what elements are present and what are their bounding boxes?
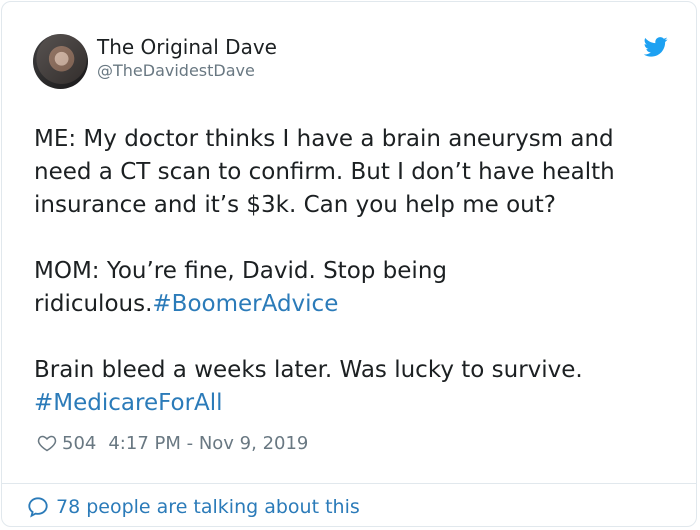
talking-link[interactable]: 78 people are talking about this [27, 494, 360, 520]
twitter-bird-icon[interactable] [644, 36, 668, 58]
author-handle[interactable]: @TheDavidestDave [97, 61, 255, 80]
tweet-paragraph: ME: My doctor thinks I have a brain aneu… [34, 123, 664, 222]
tweet-card: The Original Dave @TheDavidestDave ME: M… [1, 1, 697, 527]
avatar[interactable] [33, 34, 88, 89]
divider [2, 483, 696, 484]
tweet-paragraph: MOM: You’re fine, David. Stop being ridi… [34, 255, 664, 321]
author-name[interactable]: The Original Dave [97, 35, 277, 59]
speech-bubble-icon [28, 497, 48, 518]
timestamp-link[interactable]: 4:17 PM - Nov 9, 2019 [108, 433, 308, 454]
like-count[interactable]: 504 [62, 433, 96, 454]
tweet-meta: 504 4:17 PM - Nov 9, 2019 [37, 431, 308, 455]
paragraph-text: Brain bleed a weeks later. Was lucky to … [34, 357, 583, 383]
tweet-paragraph: Brain bleed a weeks later. Was lucky to … [34, 354, 664, 420]
heart-icon[interactable] [37, 433, 57, 453]
tweet-text: ME: My doctor thinks I have a brain aneu… [34, 123, 664, 420]
hashtag-link[interactable]: #MedicareForAll [34, 390, 223, 416]
talking-label[interactable]: 78 people are talking about this [56, 496, 360, 518]
hashtag-link[interactable]: #BoomerAdvice [152, 291, 338, 317]
paragraph-text: ME: My doctor thinks I have a brain aneu… [34, 126, 615, 218]
